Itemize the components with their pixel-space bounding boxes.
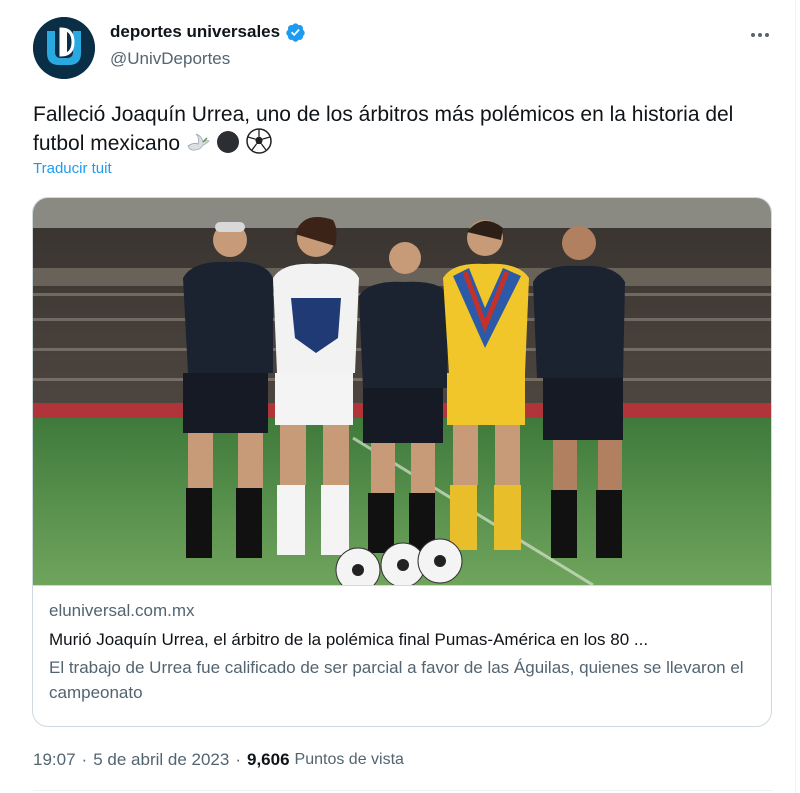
card-title[interactable]: Murió Joaquín Urrea, el árbitro de la po… xyxy=(49,628,757,652)
meta-separator-2: · xyxy=(235,750,241,769)
tweet-meta: 19:07 · 5 de abril de 2023 · 9,606 Punto… xyxy=(33,750,404,770)
display-name[interactable]: deportes universales xyxy=(110,22,280,42)
view-count: 9,606 xyxy=(247,750,290,769)
card-text[interactable]: eluniversal.com.mx Murió Joaquín Urrea, … xyxy=(33,585,771,726)
black-circle-icon xyxy=(216,130,240,161)
divider xyxy=(33,790,773,791)
meta-separator: · xyxy=(81,750,88,769)
author-info[interactable]: deportes universales @UnivDeportes xyxy=(110,21,306,69)
link-card[interactable]: eluniversal.com.mx Murió Joaquín Urrea, … xyxy=(32,197,772,727)
avatar[interactable] xyxy=(33,17,95,79)
tweet-body: Falleció Joaquín Urrea, uno de los árbit… xyxy=(33,103,734,155)
tweet-text: Falleció Joaquín Urrea, uno de los árbit… xyxy=(33,101,773,161)
view-count-label: Puntos de vista xyxy=(294,751,404,768)
verified-badge-icon xyxy=(285,22,306,43)
referees-and-captains-photo[interactable] xyxy=(33,198,771,585)
user-handle[interactable]: @UnivDeportes xyxy=(110,49,306,69)
card-domain[interactable]: eluniversal.com.mx xyxy=(49,600,757,622)
more-options-icon[interactable] xyxy=(745,20,775,50)
card-description[interactable]: El trabajo de Urrea fue calificado de se… xyxy=(49,655,757,705)
timeline-border xyxy=(795,0,796,793)
translate-link[interactable]: Traducir tuit xyxy=(33,160,112,177)
dove-icon xyxy=(186,132,210,161)
soccer-ball-icon xyxy=(245,128,272,161)
tweet-date[interactable]: 5 de abril de 2023 xyxy=(93,750,229,770)
tweet-time[interactable]: 19:07 xyxy=(33,750,76,770)
univ-deportes-logo-icon xyxy=(33,17,95,79)
